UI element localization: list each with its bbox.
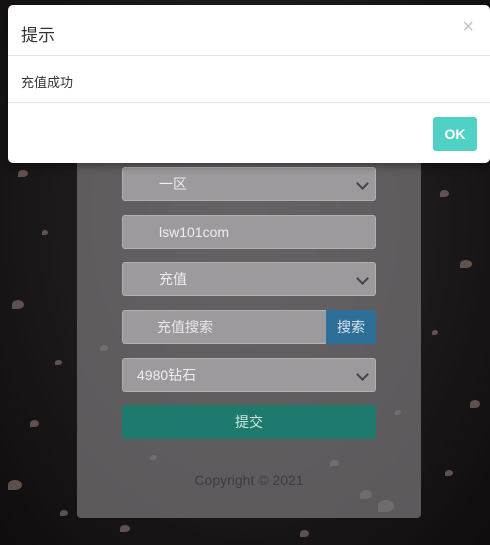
chevron-down-icon [356,272,369,285]
dialog-message: 充值成功 [21,75,74,90]
chevron-down-icon [356,177,369,190]
search-placeholder: 充值搜索 [157,319,213,335]
dialog-footer-divider [8,102,490,103]
chevron-down-icon [356,368,369,381]
account-input-value: lsw101com [159,224,230,240]
copyright-text: Copyright © 2021 [194,472,304,488]
package-select[interactable]: 4980钻石 [122,358,376,392]
dialog-title: 提示 [21,26,55,45]
type-select[interactable]: 充值 [122,262,376,296]
search-group: 充值搜索 搜索 [122,310,376,344]
dialog-header-divider [8,55,490,56]
recharge-form-panel: 一区 lsw101com 充值 充值搜索 搜索 4980钻石 提交 Copyri… [77,130,421,518]
account-input[interactable]: lsw101com [122,215,376,249]
region-select-value: 一区 [159,176,187,192]
alert-dialog: 提示 × 充值成功 OK [8,5,490,163]
region-select[interactable]: 一区 [122,167,376,201]
close-icon[interactable]: × [462,17,474,37]
submit-button[interactable]: 提交 [122,405,376,439]
search-button[interactable]: 搜索 [326,310,376,344]
search-input[interactable]: 充值搜索 [122,310,326,344]
ok-button[interactable]: OK [433,117,477,151]
type-select-value: 充值 [159,271,187,287]
package-select-value: 4980钻石 [137,367,197,383]
